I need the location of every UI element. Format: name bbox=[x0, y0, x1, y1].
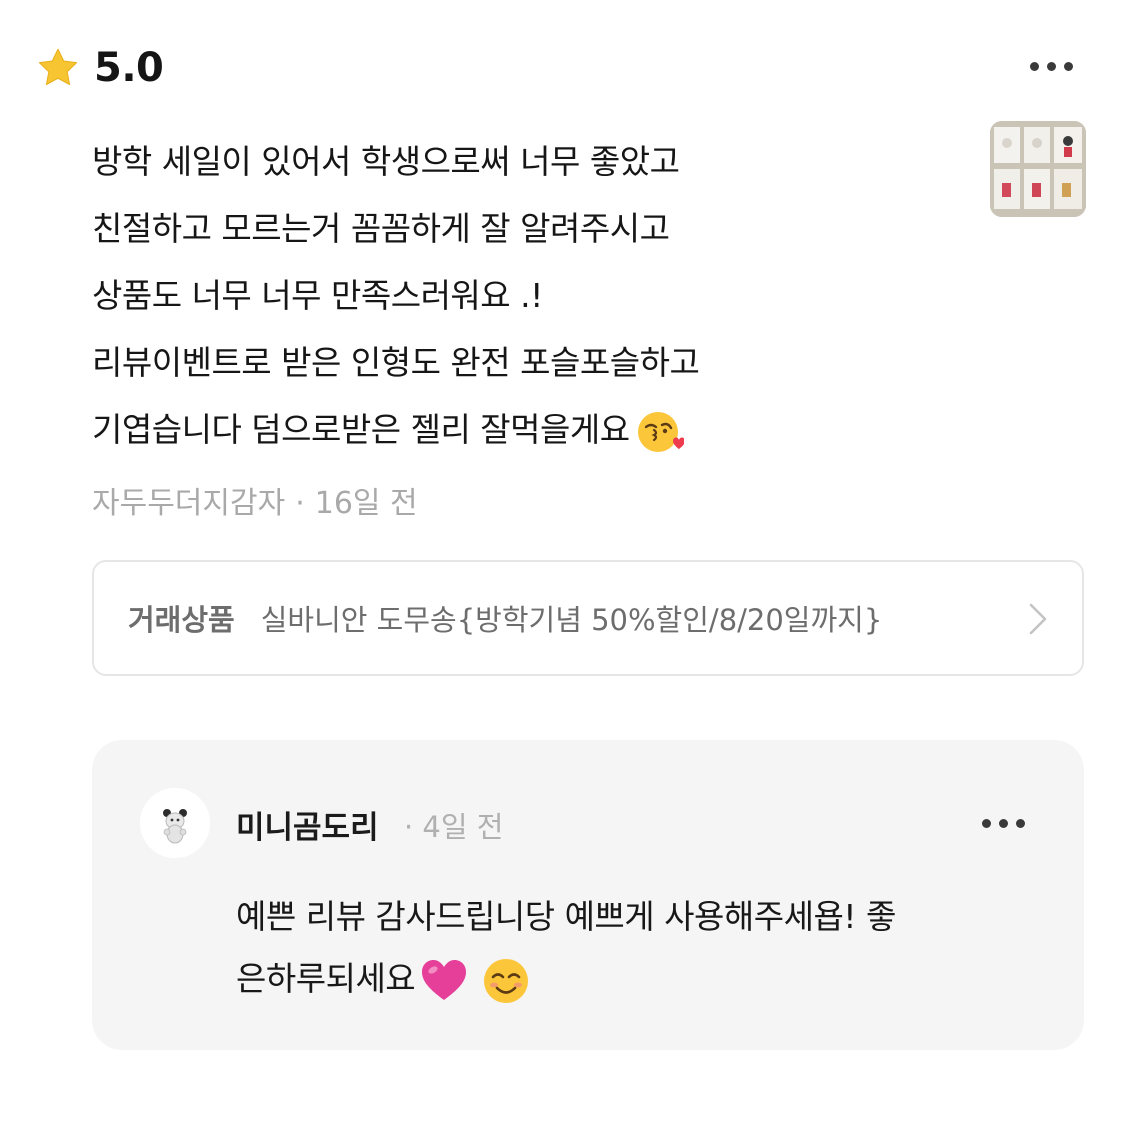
product-label: 거래상품 bbox=[128, 603, 235, 637]
review-line: 리뷰이벤트로 받은 인형도 완전 포슬포슬하고 bbox=[92, 343, 700, 382]
reply-line-last: 은하루되세요 bbox=[236, 948, 1056, 1010]
rating: 5.0 bbox=[36, 44, 164, 92]
review-time: 16일 전 bbox=[314, 486, 418, 521]
seller-reply: 미니곰도리 · 4일 전 예쁜 리뷰 감사드립니당 예쁘게 사용해주세욥! 좋 … bbox=[92, 740, 1084, 1050]
pink-heart-emoji bbox=[422, 959, 467, 1000]
reply-author[interactable]: 미니곰도리 bbox=[236, 802, 379, 847]
meta-separator: · bbox=[295, 486, 305, 521]
review-meta: 자두두더지감자 · 16일 전 bbox=[92, 478, 418, 522]
reply-text: 예쁜 리뷰 감사드립니당 예쁘게 사용해주세욥! 좋 은하루되세요 bbox=[236, 886, 1056, 1010]
chevron-right-icon bbox=[1029, 603, 1047, 635]
review-line-last: 기엽습니다 덤으로받은 젤리 잘먹을게요 bbox=[92, 396, 952, 463]
review-photo-image bbox=[990, 121, 1086, 217]
reply-line: 예쁜 리뷰 감사드립니당 예쁘게 사용해주세욥! 좋 bbox=[236, 897, 896, 936]
reply-time: · 4일 전 bbox=[404, 810, 504, 844]
review-line-text: 기엽습니다 덤으로받은 젤리 잘먹을게요 bbox=[92, 410, 630, 449]
smiling-face-emoji bbox=[484, 958, 529, 1003]
review-text: 방학 세일이 있어서 학생으로써 너무 좋았고 친절하고 모르는거 꼼꼼하게 잘… bbox=[92, 128, 952, 463]
face-blowing-kiss-emoji bbox=[637, 411, 684, 452]
star-icon bbox=[38, 48, 78, 86]
review-author[interactable]: 자두두더지감자 bbox=[92, 486, 285, 521]
review-line: 방학 세일이 있어서 학생으로써 너무 좋았고 bbox=[92, 142, 680, 181]
bear-avatar-image bbox=[140, 788, 210, 858]
more-options-icon[interactable] bbox=[1030, 62, 1073, 71]
reply-line-text: 은하루되세요 bbox=[236, 959, 416, 998]
avatar[interactable] bbox=[140, 788, 210, 858]
reply-more-options-icon[interactable] bbox=[982, 819, 1025, 828]
review-photo-thumbnail[interactable] bbox=[990, 121, 1086, 217]
product-name: 실바니안 도무송{방학기념 50%할인/8/20일까지} bbox=[260, 603, 883, 637]
review-line: 친절하고 모르는거 꼼꼼하게 잘 알려주시고 bbox=[92, 209, 670, 248]
review-line: 상품도 너무 너무 만족스러워요 .! bbox=[92, 276, 543, 315]
rating-value: 5.0 bbox=[94, 45, 164, 91]
traded-product-link[interactable]: 거래상품 실바니안 도무송{방학기념 50%할인/8/20일까지} bbox=[92, 560, 1084, 676]
